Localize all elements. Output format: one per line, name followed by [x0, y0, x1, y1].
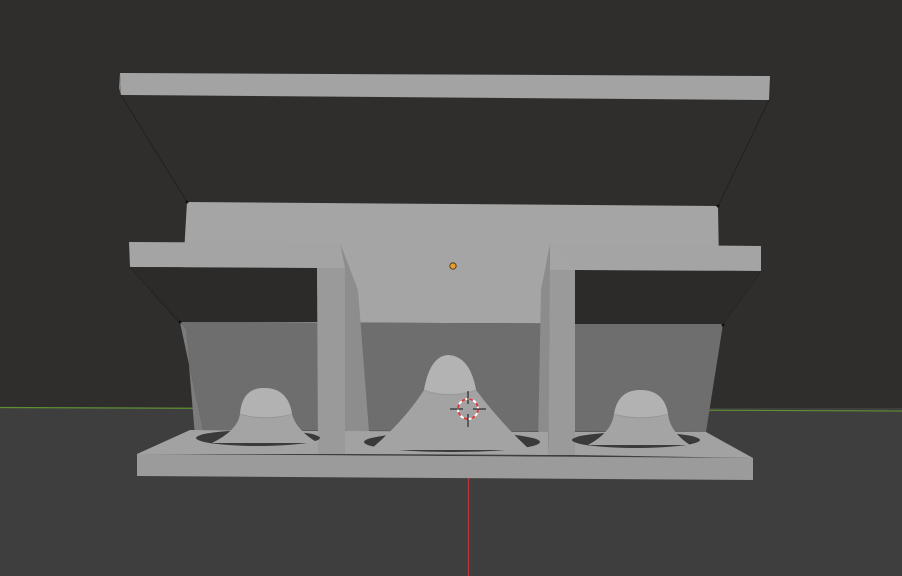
- vertex-dot: [721, 323, 725, 327]
- vertex-dot: [716, 204, 720, 208]
- right-shelf-top: [550, 244, 761, 271]
- base-plate-front: [137, 454, 753, 480]
- vertex-dot: [185, 200, 189, 204]
- viewport-canvas[interactable]: [0, 0, 902, 576]
- left-shelf-top: [129, 242, 345, 268]
- object-origin-icon[interactable]: [449, 262, 457, 270]
- right-post-front: [548, 270, 575, 455]
- left-post-front: [317, 268, 345, 454]
- vertex-dot: [178, 320, 182, 324]
- 3d-viewport[interactable]: [0, 0, 902, 576]
